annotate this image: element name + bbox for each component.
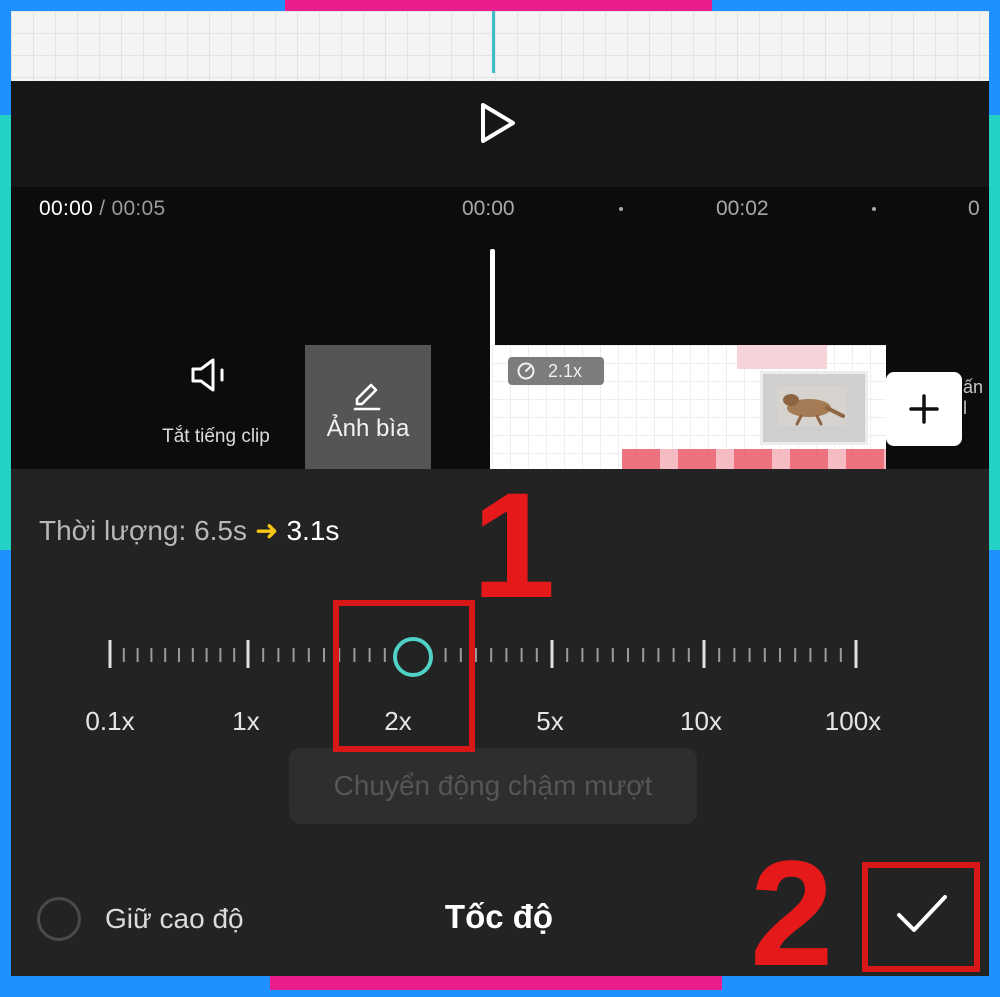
clip-thumbnail-strip <box>622 449 886 469</box>
mute-clip-button[interactable]: Tắt tiếng clip <box>141 346 291 456</box>
speed-mark-label: 100x <box>824 706 882 736</box>
annotation-step-2: 2 <box>750 829 834 997</box>
ruler-label: 00:00 <box>462 197 515 220</box>
cover-image-label: Ảnh bìa <box>326 415 410 442</box>
plus-icon <box>909 394 939 424</box>
speed-slider[interactable] <box>108 636 858 672</box>
frame-accent-right <box>989 115 1000 550</box>
cover-image-button[interactable]: Ảnh bìa <box>305 345 431 469</box>
speed-mark-label: 5x <box>536 706 564 736</box>
duration-new: 3.1s <box>286 515 340 546</box>
add-clip-button[interactable] <box>886 372 962 446</box>
preview-cursor <box>492 11 495 73</box>
ruler-dot <box>619 207 623 211</box>
arrow-right-icon: ➜ <box>255 515 279 546</box>
speed-mark-label: 10x <box>680 706 722 736</box>
duration-old: 6.5s <box>194 515 248 546</box>
speed-mark-label: 0.1x <box>85 706 135 736</box>
duration-label: Thời lượng: <box>39 515 187 546</box>
frame-accent-left <box>0 115 11 550</box>
speaker-mute-icon <box>191 358 224 392</box>
smooth-slow-motion-label: Chuyển động chậm mượt <box>333 770 653 801</box>
ruler-dot <box>872 207 876 211</box>
frame-accent-top <box>285 0 712 11</box>
clip-thumbnail-decor <box>737 345 827 369</box>
annotation-step-1: 1 <box>472 461 556 629</box>
video-clip[interactable]: 2.1x <box>492 345 886 469</box>
ruler-label: 0 <box>968 197 980 220</box>
video-preview[interactable] <box>11 11 989 81</box>
total-time: 00:05 <box>111 197 166 220</box>
smooth-slow-motion-button[interactable]: Chuyển động chậm mượt <box>289 748 697 824</box>
time-display: 00:00 / 00:05 <box>39 197 166 221</box>
dog-image <box>777 386 847 426</box>
ruler-label: 00:02 <box>716 197 769 220</box>
keep-pitch-radio[interactable] <box>37 897 81 941</box>
clip-speed-value: 2.1x <box>548 361 583 381</box>
current-time: 00:00 <box>39 197 94 220</box>
speed-gauge-icon <box>517 362 535 380</box>
play-icon[interactable] <box>473 99 521 147</box>
time-separator: / <box>93 197 112 220</box>
truncated-tool-label: ấn l <box>963 377 984 418</box>
annotation-highlight-slider <box>333 600 475 752</box>
duration-info: Thời lượng: 6.5s ➜ 3.1s <box>39 514 339 547</box>
speed-mark-label: 1x <box>232 706 260 736</box>
frame-accent-bottom <box>270 976 722 990</box>
annotation-highlight-confirm <box>862 862 980 972</box>
panel-title: Tốc độ <box>444 898 554 935</box>
mute-clip-label: Tắt tiếng clip <box>162 426 270 447</box>
clip-speed-badge: 2.1x <box>508 357 604 385</box>
clip-thumbnail-photo <box>760 371 868 445</box>
edit-pencil-icon <box>353 383 381 411</box>
keep-pitch-label[interactable]: Giữ cao độ <box>105 903 244 935</box>
